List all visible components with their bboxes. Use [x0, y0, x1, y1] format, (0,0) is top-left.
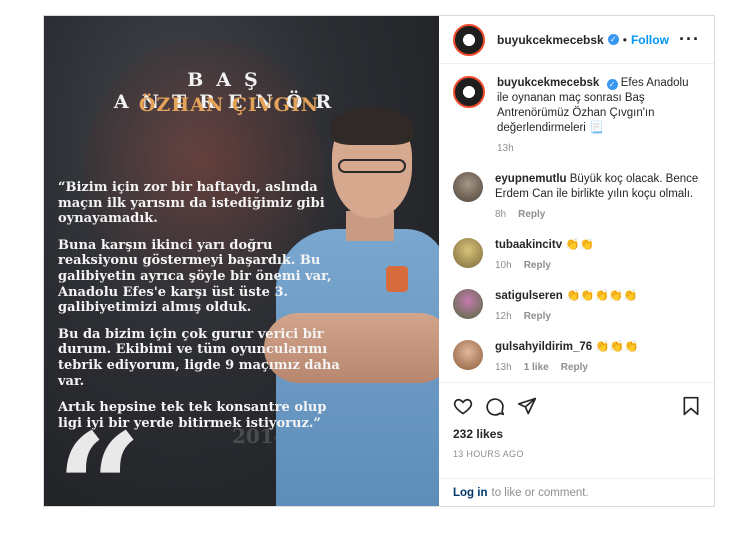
login-prompt: Log in to like or comment. [439, 478, 714, 506]
reply-button[interactable]: Reply [524, 311, 551, 322]
quote-paragraph: Buna karşın ikinci yarı doğru reaksiyonu… [58, 237, 332, 316]
comment-username[interactable]: eyupnemutlu [495, 173, 567, 185]
comment-time: 8h [495, 209, 507, 220]
comment-username[interactable]: gulsahyildirim_76 [495, 341, 592, 353]
commenter-avatar[interactable] [453, 340, 483, 370]
commenter-avatar[interactable] [453, 289, 483, 319]
comment: satigulseren 👏👏👏👏👏 12h Reply [453, 289, 700, 324]
post-sidebar: buyukcekmecebsk ✓ • Follow ··· buyukcekm… [439, 16, 714, 506]
quote-mark-icon: “ [56, 401, 143, 506]
post-actions: 232 likes 13 HOURS AGO [439, 382, 714, 478]
author-avatar[interactable] [453, 23, 485, 56]
comment-text: 👏👏 [565, 239, 594, 251]
likes-count[interactable]: 232 likes [453, 427, 700, 441]
commenter-avatar[interactable] [453, 172, 483, 202]
bookmark-icon[interactable] [682, 396, 700, 416]
comment-likes[interactable]: 1 like [524, 362, 549, 373]
verified-icon: ✓ [607, 34, 619, 45]
caption-username[interactable]: buyukcekmecebsk [497, 77, 599, 89]
comment: gulsahyildirim_76 👏👏👏 13h 1 like Reply [453, 340, 700, 375]
caption-avatar[interactable] [453, 76, 485, 108]
image-title-name: ÖZHAN ÇIVGIN [138, 94, 320, 116]
quote-paragraph: Bu da bizim için çok gurur verici bir du… [58, 326, 340, 389]
verified-icon: ✓ [606, 79, 618, 90]
coach-glasses [338, 159, 406, 173]
comment-time: 10h [495, 260, 512, 271]
comment-username[interactable]: tubaakincitv [495, 239, 562, 251]
comment: tubaakincitv 👏👏 10h Reply [453, 238, 700, 273]
comment-icon[interactable] [485, 396, 505, 416]
comment-time: 13h [495, 362, 512, 373]
caption: buyukcekmecebsk ✓ Efes Anadolu ile oynan… [453, 76, 700, 156]
instagram-post: 2014 BAŞ ANTRENÖR ÖZHAN ÇIVGIN “Bizim iç… [43, 15, 715, 507]
comments-list: buyukcekmecebsk ✓ Efes Anadolu ile oynan… [439, 64, 714, 382]
post-image[interactable]: 2014 BAŞ ANTRENÖR ÖZHAN ÇIVGIN “Bizim iç… [44, 16, 439, 506]
comment-text: 👏👏👏 [595, 341, 639, 353]
separator-dot: • [622, 32, 627, 47]
more-options-icon[interactable]: ··· [679, 29, 700, 50]
commenter-avatar[interactable] [453, 238, 483, 268]
share-icon[interactable] [517, 396, 537, 416]
follow-button[interactable]: Follow [631, 33, 669, 47]
login-text: to like or comment. [491, 486, 589, 499]
caption-time: 13h [497, 143, 514, 154]
login-link[interactable]: Log in [453, 487, 488, 499]
comment-time: 12h [495, 311, 512, 322]
author-username[interactable]: buyukcekmecebsk [497, 33, 604, 47]
post-header: buyukcekmecebsk ✓ • Follow ··· [439, 16, 714, 64]
comment-username[interactable]: satigulseren [495, 290, 563, 302]
reply-button[interactable]: Reply [561, 362, 588, 373]
reply-button[interactable]: Reply [518, 209, 545, 220]
quote-paragraph: “Bizim için zor bir haftaydı, aslında ma… [58, 180, 325, 227]
post-timestamp: 13 HOURS AGO [453, 449, 524, 459]
reply-button[interactable]: Reply [524, 260, 551, 271]
comment-text: 👏👏👏👏👏 [565, 290, 638, 302]
heart-icon[interactable] [453, 396, 473, 416]
shirt-badge [386, 266, 408, 292]
comment: eyupnemutlu Büyük koç olacak. Bence Erde… [453, 172, 700, 222]
